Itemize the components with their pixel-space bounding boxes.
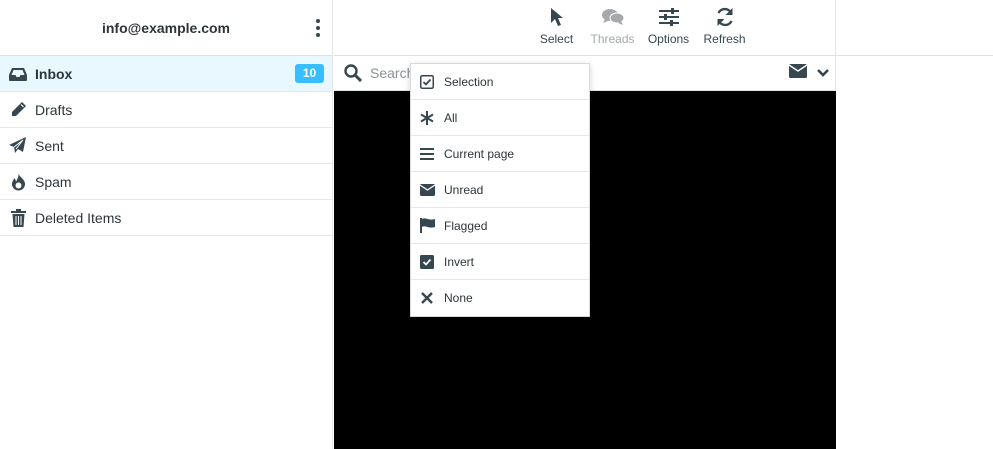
menu-item-label: None (444, 291, 473, 305)
pointer-icon (550, 6, 564, 28)
refresh-button[interactable]: Refresh (697, 0, 753, 46)
menu-item-label: Flagged (444, 218, 488, 233)
account-email: info@example.com (101, 19, 231, 36)
threads-label: Threads (590, 32, 635, 46)
envelope-icon (419, 182, 435, 198)
asterisk-icon (419, 110, 435, 126)
menu-item-label: Unread (444, 182, 484, 197)
paper-plane-icon (8, 136, 28, 156)
select-none-item[interactable]: None (411, 280, 589, 316)
folder-sent[interactable]: Sent (0, 128, 332, 164)
menu-item-label: Invert (444, 254, 475, 269)
sliders-icon (658, 6, 679, 28)
unread-count-badge: 10 (295, 64, 324, 83)
folder-deleted-items[interactable]: Deleted Items (0, 200, 332, 236)
folder-spam[interactable]: Spam (0, 164, 332, 200)
options-button[interactable]: Options (641, 0, 697, 46)
select-invert-item[interactable]: Invert (411, 244, 589, 280)
close-icon (419, 290, 435, 306)
refresh-label: Refresh (703, 32, 746, 46)
list-icon (419, 146, 435, 162)
folder-pane: info@example.com Inbox 10 Drafts Sent Sp… (0, 0, 333, 449)
trash-icon (8, 208, 28, 228)
preview-pane-header (836, 0, 993, 56)
folder-label: Spam (35, 173, 72, 190)
select-button[interactable]: Select (529, 0, 585, 46)
menu-item-label: All (444, 110, 458, 125)
pencil-icon (8, 100, 28, 120)
select-label: Select (539, 32, 574, 46)
envelope-icon[interactable] (788, 64, 808, 83)
folder-list: Inbox 10 Drafts Sent Spam Deleted Items (0, 56, 332, 236)
search-icon (344, 64, 363, 83)
threads-button[interactable]: Threads (585, 0, 641, 46)
folder-label: Sent (35, 137, 64, 154)
more-menu-icon[interactable] (310, 14, 326, 42)
select-unread-item[interactable]: Unread (411, 172, 589, 208)
checkbox-icon (419, 74, 435, 90)
menu-item-label: Selection (444, 74, 494, 89)
folder-inbox[interactable]: Inbox 10 (0, 56, 332, 92)
select-dropdown-menu: Selection All Current page Unread Flagge… (410, 63, 590, 317)
select-current-page-item[interactable]: Current page (411, 136, 589, 172)
folder-label: Inbox (35, 65, 73, 82)
menu-item-label: Current page (444, 146, 515, 161)
fire-icon (8, 172, 28, 192)
options-label: Options (647, 32, 690, 46)
checkbox-icon (419, 254, 435, 270)
message-toolbar: Select Threads Options Refresh (334, 0, 835, 56)
folder-drafts[interactable]: Drafts (0, 92, 332, 128)
comments-icon (601, 6, 624, 28)
select-flagged-item[interactable]: Flagged (411, 208, 589, 244)
folder-label: Deleted Items (35, 209, 122, 226)
refresh-icon (715, 6, 735, 28)
flag-icon (419, 218, 435, 234)
folder-label: Drafts (35, 101, 73, 118)
inbox-icon (8, 64, 28, 84)
account-header: info@example.com (0, 0, 332, 56)
select-selection-item[interactable]: Selection (411, 64, 589, 100)
chevron-down-icon[interactable] (817, 65, 829, 83)
select-all-item[interactable]: All (411, 100, 589, 136)
